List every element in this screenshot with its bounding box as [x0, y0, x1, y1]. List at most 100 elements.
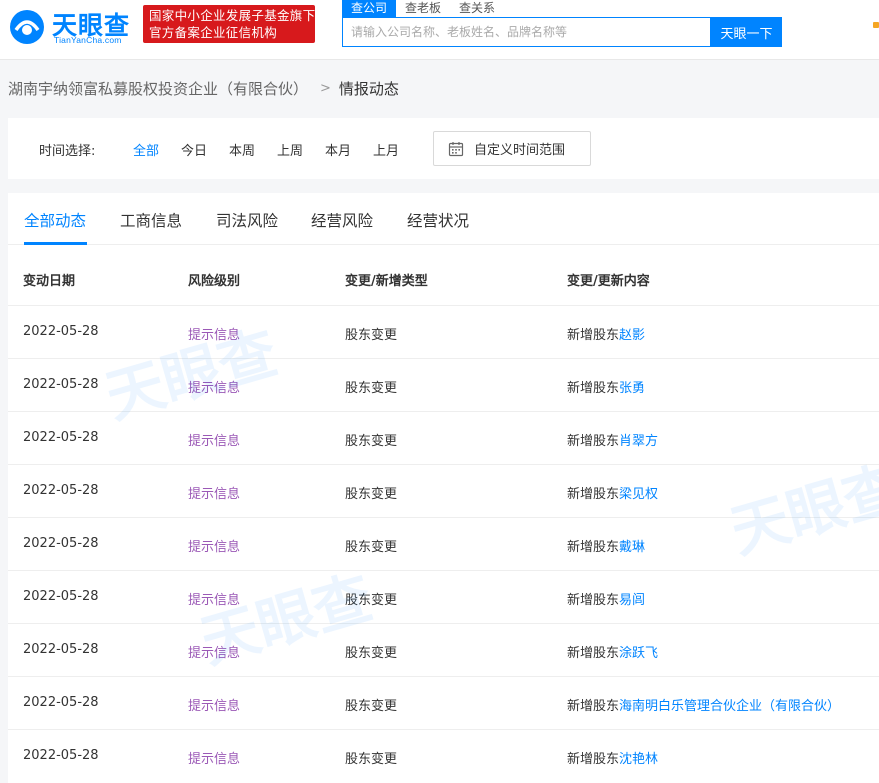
- tab-all-news[interactable]: 全部动态: [24, 209, 86, 231]
- row-risk-level[interactable]: 提示信息: [188, 589, 240, 608]
- shareholder-link[interactable]: 张勇: [619, 381, 645, 396]
- column-header-risk: 风险级别: [188, 274, 241, 289]
- table-row: 2022-05-28 提示信息 股东变更 新增股东张勇: [8, 358, 879, 411]
- shareholder-link[interactable]: 赵影: [619, 328, 645, 343]
- custom-range-button[interactable]: 自定义时间范围: [433, 131, 591, 166]
- table-row: 2022-05-28 提示信息 股东变更 新增股东涂跃飞: [8, 623, 879, 676]
- time-option-today[interactable]: 今日: [181, 140, 207, 159]
- table-row: 2022-05-28 提示信息 股东变更 新增股东戴琳: [8, 517, 879, 570]
- time-option-this-week[interactable]: 本周: [229, 140, 255, 159]
- row-date: 2022-05-28: [23, 695, 99, 710]
- badge-line-2: 官方备案企业征信机构: [149, 25, 278, 40]
- row-date: 2022-05-28: [23, 642, 99, 657]
- logo-subtext: TianYanCha.com: [54, 35, 122, 45]
- time-option-last-week[interactable]: 上周: [277, 140, 303, 159]
- custom-range-label: 自定义时间范围: [474, 143, 566, 158]
- row-change-type: 股东变更: [345, 540, 398, 555]
- row-change-type: 股东变更: [345, 381, 398, 396]
- official-badge: 国家中小企业发展子基金旗下 官方备案企业征信机构: [143, 5, 315, 43]
- row-change-type: 股东变更: [345, 752, 398, 767]
- time-option-this-month[interactable]: 本月: [325, 140, 351, 159]
- row-risk-level[interactable]: 提示信息: [188, 324, 240, 343]
- row-change-content: 新增股东易闾: [567, 589, 645, 608]
- row-risk-level[interactable]: 提示信息: [188, 483, 240, 502]
- search-box: [342, 17, 711, 47]
- row-change-type: 股东变更: [345, 328, 398, 343]
- row-date: 2022-05-28: [23, 377, 99, 392]
- shareholder-link[interactable]: 沈艳林: [619, 752, 658, 767]
- tab-operating-status[interactable]: 经营状况: [407, 209, 469, 231]
- column-header-content: 变更/更新内容: [567, 274, 650, 289]
- row-change-type: 股东变更: [345, 699, 398, 714]
- row-change-type: 股东变更: [345, 646, 398, 661]
- row-change-content: 新增股东海南明白乐管理合伙企业（有限合伙）: [567, 695, 840, 714]
- row-risk-level[interactable]: 提示信息: [188, 642, 240, 661]
- breadcrumb-company-link[interactable]: 湖南宇纳领富私募股权投资企业（有限合伙）: [8, 78, 308, 99]
- shareholder-link[interactable]: 肖翠方: [619, 434, 658, 449]
- tianyancha-logo[interactable]: 天眼查 TianYanCha.com: [8, 6, 134, 46]
- row-risk-level[interactable]: 提示信息: [188, 695, 240, 714]
- table-row: 2022-05-28 提示信息 股东变更 新增股东肖翠方: [8, 411, 879, 464]
- time-option-all[interactable]: 全部: [133, 140, 159, 159]
- table-row: 2022-05-28 提示信息 股东变更 新增股东海南明白乐管理合伙企业（有限合伙）: [8, 676, 879, 729]
- table-row: 2022-05-28 提示信息 股东变更 新增股东梁见权: [8, 464, 879, 517]
- tab-judicial-risk[interactable]: 司法风险: [216, 209, 278, 231]
- news-panel: 全部动态 工商信息 司法风险 经营风险 经营状况 变动日期 风险级别 变更/新增…: [8, 193, 879, 783]
- row-change-type: 股东变更: [345, 487, 398, 502]
- row-change-content: 新增股东张勇: [567, 377, 645, 396]
- shareholder-link[interactable]: 涂跃飞: [619, 646, 658, 661]
- row-content-prefix: 新增股东: [567, 434, 620, 449]
- row-content-prefix: 新增股东: [567, 381, 620, 396]
- shareholder-link[interactable]: 易闾: [619, 593, 645, 608]
- row-change-type: 股东变更: [345, 434, 398, 449]
- badge-line-1: 国家中小企业发展子基金旗下: [149, 8, 316, 23]
- row-risk-level[interactable]: 提示信息: [188, 377, 240, 396]
- row-date: 2022-05-28: [23, 748, 99, 763]
- search-tab-relation[interactable]: 查关系: [450, 0, 504, 17]
- row-date: 2022-05-28: [23, 589, 99, 604]
- search-button[interactable]: 天眼一下: [711, 17, 782, 47]
- search-input[interactable]: [343, 18, 710, 46]
- row-change-content: 新增股东涂跃飞: [567, 642, 658, 661]
- row-date: 2022-05-28: [23, 324, 99, 339]
- table-row: 2022-05-28 提示信息 股东变更 新增股东易闾: [8, 570, 879, 623]
- row-content-prefix: 新增股东: [567, 328, 620, 343]
- row-change-content: 新增股东梁见权: [567, 483, 658, 502]
- breadcrumb: 湖南宇纳领富私募股权投资企业（有限合伙） > 情报动态: [8, 78, 399, 99]
- table-row: 2022-05-28 提示信息 股东变更 新增股东沈艳林: [8, 729, 879, 782]
- row-risk-level[interactable]: 提示信息: [188, 748, 240, 767]
- row-change-content: 新增股东戴琳: [567, 536, 645, 555]
- row-risk-level[interactable]: 提示信息: [188, 430, 240, 449]
- row-change-type: 股东变更: [345, 593, 398, 608]
- column-header-type: 变更/新增类型: [345, 274, 428, 289]
- row-content-prefix: 新增股东: [567, 593, 620, 608]
- time-option-last-month[interactable]: 上月: [373, 140, 399, 159]
- tab-business-info[interactable]: 工商信息: [120, 209, 182, 231]
- time-filter-label: 时间选择:: [39, 144, 96, 159]
- shareholder-link[interactable]: 戴琳: [619, 540, 645, 555]
- category-tabs: 全部动态 工商信息 司法风险 经营风险 经营状况: [8, 193, 879, 245]
- row-change-content: 新增股东肖翠方: [567, 430, 658, 449]
- shareholder-link[interactable]: 梁见权: [619, 487, 658, 502]
- active-tab-indicator: [24, 242, 87, 245]
- vip-icon[interactable]: [873, 22, 879, 28]
- row-change-content: 新增股东赵影: [567, 324, 645, 343]
- row-content-prefix: 新增股东: [567, 752, 620, 767]
- row-content-prefix: 新增股东: [567, 646, 620, 661]
- row-content-prefix: 新增股东: [567, 487, 620, 502]
- top-header: 天眼查 TianYanCha.com 国家中小企业发展子基金旗下 官方备案企业征…: [0, 0, 879, 60]
- search-tab-company[interactable]: 查公司: [342, 0, 397, 17]
- logo-mark-icon: [10, 10, 44, 44]
- row-change-content: 新增股东沈艳林: [567, 748, 658, 767]
- row-risk-level[interactable]: 提示信息: [188, 536, 240, 555]
- search-type-tabs: 查公司 查老板 查关系: [342, 0, 504, 17]
- row-date: 2022-05-28: [23, 536, 99, 551]
- row-content-prefix: 新增股东: [567, 699, 620, 714]
- row-date: 2022-05-28: [23, 430, 99, 445]
- time-filter-panel: 时间选择: 全部 今日 本周 上周 本月 上月 自定义时间范围: [8, 118, 879, 179]
- column-header-date: 变动日期: [23, 274, 76, 289]
- calendar-icon: [448, 141, 464, 156]
- shareholder-link[interactable]: 海南明白乐管理合伙企业（有限合伙）: [619, 699, 840, 714]
- search-tab-boss[interactable]: 查老板: [396, 0, 450, 17]
- tab-operating-risk[interactable]: 经营风险: [311, 209, 373, 231]
